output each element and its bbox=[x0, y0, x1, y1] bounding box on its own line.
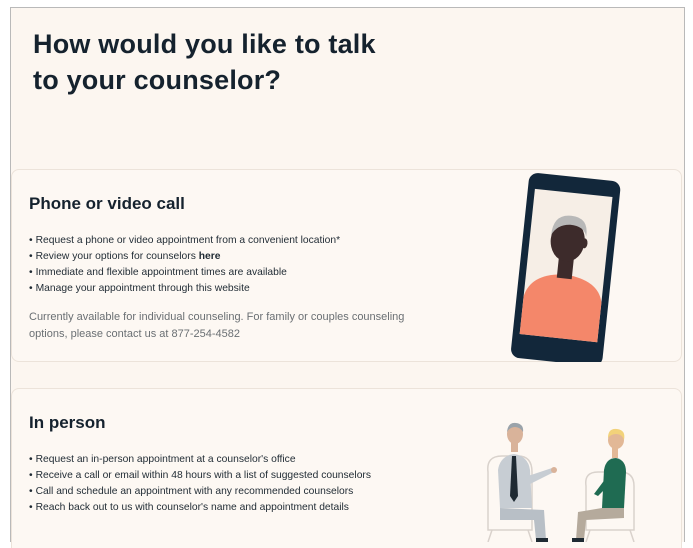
list-item: • Manage your appointment through this we… bbox=[29, 283, 250, 294]
list-item: • Request a phone or video appointment fr… bbox=[29, 235, 341, 246]
list-item: • Request an in-person appointment at a c… bbox=[29, 454, 296, 465]
list-item: • Receive a call or email within 48 hours… bbox=[29, 470, 371, 481]
list-item: • Reach back out to us with counselor's n… bbox=[29, 502, 349, 513]
list-item: • Immediate and flexible appointment time… bbox=[29, 267, 287, 278]
in-person-title: In person bbox=[29, 413, 106, 432]
page-frame: How would you like to talk to your couns… bbox=[10, 7, 685, 548]
phone-video-option-card[interactable]: Phone or video call • Request a phone or … bbox=[11, 169, 682, 362]
page-title: How would you like to talk to your couns… bbox=[33, 29, 376, 95]
in-person-bullets: • Request an in-person appointment at a c… bbox=[29, 452, 371, 516]
phone-video-title: Phone or video call bbox=[29, 194, 185, 213]
counseling-session-illustration bbox=[487, 422, 635, 542]
video-call-phone-illustration bbox=[511, 173, 621, 362]
list-item: • Review your options for counselors here bbox=[29, 251, 221, 262]
here-link[interactable]: here bbox=[199, 251, 221, 262]
in-person-option-card[interactable]: In person • Request an in-person appointm… bbox=[11, 388, 682, 548]
phone-video-bullets: • Request a phone or video appointment fr… bbox=[29, 233, 340, 297]
list-item: • Call and schedule an appointment with a… bbox=[29, 486, 354, 497]
availability-note: Currently available for individual couns… bbox=[29, 311, 405, 340]
